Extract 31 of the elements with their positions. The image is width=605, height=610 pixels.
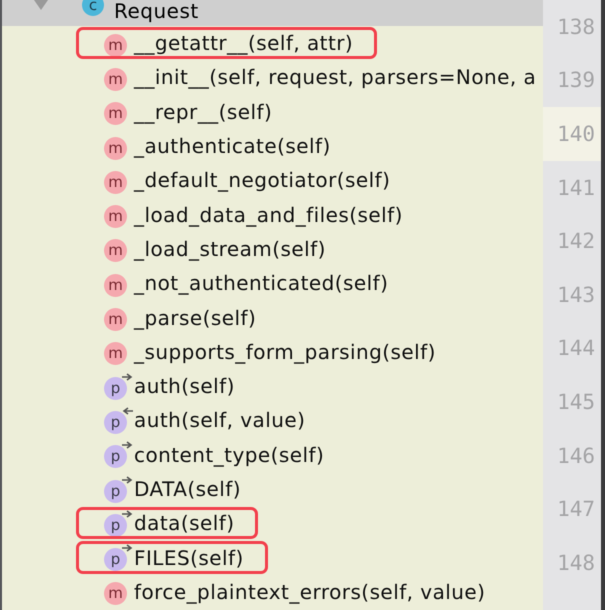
line-number: 145 <box>556 388 596 416</box>
expand-arrow-icon[interactable] <box>34 0 48 10</box>
member-name[interactable]: __getattr__(self, attr) <box>134 31 354 56</box>
member-name[interactable]: FILES(self) <box>134 546 244 570</box>
member-name[interactable]: __repr__(self) <box>134 100 272 124</box>
member-name[interactable]: _parse(self) <box>134 306 256 330</box>
line-number: 139 <box>556 67 596 94</box>
member-name[interactable]: _supports_form_parsing(self) <box>134 340 436 364</box>
line-number: 146 <box>556 442 596 470</box>
member-name[interactable]: _not_authenticated(self) <box>134 271 388 296</box>
line-number: 141 <box>556 174 596 202</box>
member-name[interactable]: DATA(self) <box>134 477 241 501</box>
line-number: 147 <box>556 496 596 524</box>
member-name[interactable]: __init__(self, request, parsers=None, a <box>134 65 536 90</box>
member-name[interactable]: _default_negotiator(self) <box>134 168 390 192</box>
line-number: 144 <box>556 335 596 362</box>
member-name[interactable]: _authenticate(self) <box>134 134 331 158</box>
line-number: 142 <box>556 228 596 256</box>
class-name[interactable]: Request <box>114 0 199 22</box>
class-icon: c <box>82 0 104 16</box>
line-number: 138 <box>556 14 596 41</box>
member-name[interactable]: auth(self) <box>134 374 235 398</box>
line-number: 143 <box>556 282 596 309</box>
member-name[interactable]: content_type(self) <box>134 442 324 467</box>
member-name[interactable]: force_plaintext_errors(self, value) <box>134 580 486 604</box>
member-name[interactable]: data(self) <box>134 511 234 536</box>
line-number: 140 <box>543 107 601 161</box>
member-name[interactable]: _load_data_and_files(self) <box>134 202 403 227</box>
member-name[interactable]: auth(self, value) <box>134 408 306 432</box>
member-name[interactable]: _load_stream(self) <box>134 236 326 261</box>
line-number: 148 <box>556 550 596 577</box>
